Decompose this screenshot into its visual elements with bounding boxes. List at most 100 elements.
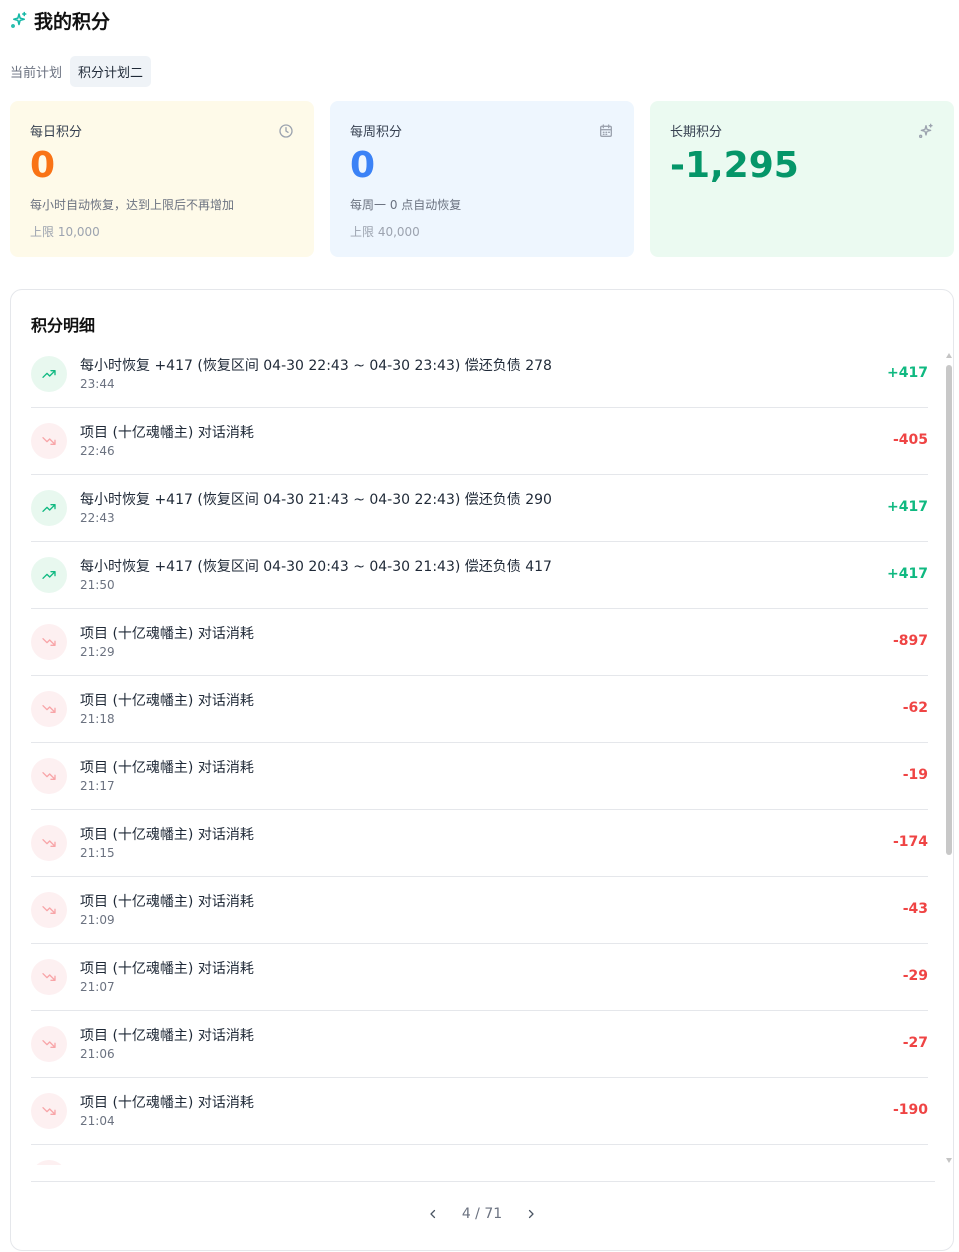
item-title: 项目 (十亿魂幡主) 对话消耗 <box>80 1028 254 1044</box>
trending-up-icon <box>31 356 67 392</box>
item-time: 21:06 <box>80 1047 115 1061</box>
item-amount: -405 <box>892 432 928 448</box>
clock-icon <box>279 124 293 138</box>
plan-row: 当前计划 积分计划二 <box>10 55 152 87</box>
plan-chip[interactable]: 积分计划二 <box>70 55 152 87</box>
item-text: 项目 (十亿魂幡主) 对话消耗 21:07 <box>80 960 928 994</box>
item-text: 每小时恢复 +417 (恢复区间 04-30 21:43 ~ 04-30 22:… <box>80 491 928 525</box>
item-title: 项目 (十亿魂幡主) 对话消耗 <box>80 961 254 977</box>
trending-down-icon <box>31 892 67 928</box>
weekly-points-title: 每周积分 <box>350 125 403 140</box>
item-amount: -29 <box>902 968 928 984</box>
item-text: 项目 (十亿魂幡主) 对话消耗 21:06 <box>80 1027 928 1061</box>
item-time: 21:15 <box>80 846 115 860</box>
prev-page-button[interactable] <box>422 1203 444 1225</box>
item-text: 每小时恢复 +417 (恢复区间 04-30 22:43 ~ 04-30 23:… <box>80 357 928 391</box>
list-item: 项目 (十亿魂幡主) 对话消耗 21:09 -43 <box>31 877 928 944</box>
trending-down-icon <box>31 1093 67 1129</box>
page-indicator: 4 / 71 <box>461 1206 503 1222</box>
daily-points-limit: 上限 10,000 <box>30 225 100 239</box>
item-amount: +417 <box>887 365 928 381</box>
points-cards: 每日积分 0 每小时自动恢复，达到上限后不再增加 上限 10,000 每周积分 … <box>10 101 954 257</box>
pagination: 4 / 71 <box>11 1203 953 1225</box>
item-time: 23:44 <box>80 377 115 391</box>
item-amount: -190 <box>892 1102 928 1118</box>
weekly-points-card: 每周积分 0 每周一 0 点自动恢复 上限 40,000 <box>330 101 634 257</box>
list-item: 项目 (十亿魂幡主) 对话消耗 21:04 -190 <box>31 1078 928 1145</box>
points-detail-title: 积分明细 <box>31 316 96 335</box>
item-time: 21:17 <box>80 779 115 793</box>
weekly-points-desc: 每周一 0 点自动恢复 <box>350 198 462 212</box>
item-text: 项目 (十亿魂幡主) 对话消耗 21:17 <box>80 759 928 793</box>
next-page-button[interactable] <box>520 1203 542 1225</box>
page-header: 我的积分 <box>10 6 110 34</box>
scrollbar[interactable] <box>945 353 953 1163</box>
item-title: 每小时恢复 +417 (恢复区间 04-30 22:43 ~ 04-30 23:… <box>80 358 552 374</box>
list-item: 项目 (十亿魂幡主) 对话消耗 21:18 -62 <box>31 676 928 743</box>
item-title: 项目 (十亿魂幡主) 对话消耗 <box>80 827 254 843</box>
points-detail-list[interactable]: 每小时恢复 +417 (恢复区间 04-30 22:43 ~ 04-30 23:… <box>31 341 928 1165</box>
item-time: 22:43 <box>80 511 115 525</box>
daily-points-title: 每日积分 <box>30 125 83 140</box>
list-item: 项目 (十亿魂幡主) 对话消耗 21:06 -27 <box>31 1011 928 1078</box>
item-title: 项目 (十亿魂幡主) 对话消耗 <box>80 626 254 642</box>
daily-points-desc: 每小时自动恢复，达到上限后不再增加 <box>30 198 235 212</box>
item-text: 项目 (十亿魂幡主) 对话消耗 22:46 <box>80 424 928 458</box>
scroll-up-arrow-icon[interactable] <box>946 353 952 358</box>
item-title: 项目 (十亿魂幡主) 对话消耗 <box>80 693 254 709</box>
list-item: 项目 (十亿魂幡主) 对话消耗 21:15 -174 <box>31 810 928 877</box>
trending-down-icon <box>31 423 67 459</box>
trending-down-icon <box>31 758 67 794</box>
plan-label: 当前计划 <box>10 65 63 81</box>
points-detail-panel: 积分明细 每小时恢复 +417 (恢复区间 04-30 22:43 ~ 04-3… <box>10 289 954 1251</box>
item-time: 21:50 <box>80 578 115 592</box>
item-amount: +417 <box>887 566 928 582</box>
scroll-thumb[interactable] <box>946 365 952 855</box>
item-title: 每小时恢复 +417 (恢复区间 04-30 21:43 ~ 04-30 22:… <box>80 492 552 508</box>
list-item: 项目 (十亿魂幡主) 对话消耗 <box>31 1145 928 1165</box>
item-text: 项目 (十亿魂幡主) 对话消耗 21:09 <box>80 893 928 927</box>
sparkle-icon <box>11 11 27 28</box>
divider <box>31 1181 935 1182</box>
item-title: 项目 (十亿魂幡主) 对话消耗 <box>80 760 254 776</box>
item-time: 21:18 <box>80 712 115 726</box>
scroll-down-arrow-icon[interactable] <box>946 1158 952 1163</box>
list-item: 项目 (十亿魂幡主) 对话消耗 21:07 -29 <box>31 944 928 1011</box>
trending-down-icon <box>31 825 67 861</box>
list-item: 每小时恢复 +417 (恢复区间 04-30 22:43 ~ 04-30 23:… <box>31 341 928 408</box>
item-amount: +417 <box>887 499 928 515</box>
item-amount: -174 <box>892 834 928 850</box>
item-amount: -19 <box>902 767 928 783</box>
item-time: 21:09 <box>80 913 115 927</box>
item-title: 项目 (十亿魂幡主) 对话消耗 <box>80 425 254 441</box>
trending-down-icon <box>31 624 67 660</box>
sparkle-icon <box>919 123 933 138</box>
item-text: 项目 (十亿魂幡主) 对话消耗 21:04 <box>80 1094 928 1128</box>
item-title: 项目 (十亿魂幡主) 对话消耗 <box>80 894 254 910</box>
list-item: 项目 (十亿魂幡主) 对话消耗 21:29 -897 <box>31 609 928 676</box>
list-item: 项目 (十亿魂幡主) 对话消耗 21:17 -19 <box>31 743 928 810</box>
trending-down-icon <box>31 691 67 727</box>
trending-down-icon <box>31 1026 67 1062</box>
trending-down-icon <box>31 959 67 995</box>
list-item: 每小时恢复 +417 (恢复区间 04-30 20:43 ~ 04-30 21:… <box>31 542 928 609</box>
item-amount: -43 <box>902 901 928 917</box>
chevron-right-icon <box>529 1209 534 1219</box>
item-amount: -897 <box>892 633 928 649</box>
item-title: 项目 (十亿魂幡主) 对话消耗 <box>80 1095 254 1111</box>
item-time: 21:29 <box>80 645 115 659</box>
longterm-points-value: -1,295 <box>670 145 799 186</box>
page-title: 我的积分 <box>34 10 111 33</box>
list-item: 项目 (十亿魂幡主) 对话消耗 22:46 -405 <box>31 408 928 475</box>
chevron-left-icon <box>430 1209 435 1219</box>
weekly-points-value: 0 <box>350 145 376 186</box>
item-text: 项目 (十亿魂幡主) 对话消耗 21:15 <box>80 826 928 860</box>
daily-points-card: 每日积分 0 每小时自动恢复，达到上限后不再增加 上限 10,000 <box>10 101 314 257</box>
list-item: 每小时恢复 +417 (恢复区间 04-30 21:43 ~ 04-30 22:… <box>31 475 928 542</box>
trending-down-icon <box>31 1160 67 1165</box>
item-text: 每小时恢复 +417 (恢复区间 04-30 20:43 ~ 04-30 21:… <box>80 558 928 592</box>
item-amount: -27 <box>902 1035 928 1051</box>
longterm-points-title: 长期积分 <box>670 125 723 140</box>
item-text: 项目 (十亿魂幡主) 对话消耗 21:29 <box>80 625 928 659</box>
calendar-icon <box>600 124 612 137</box>
